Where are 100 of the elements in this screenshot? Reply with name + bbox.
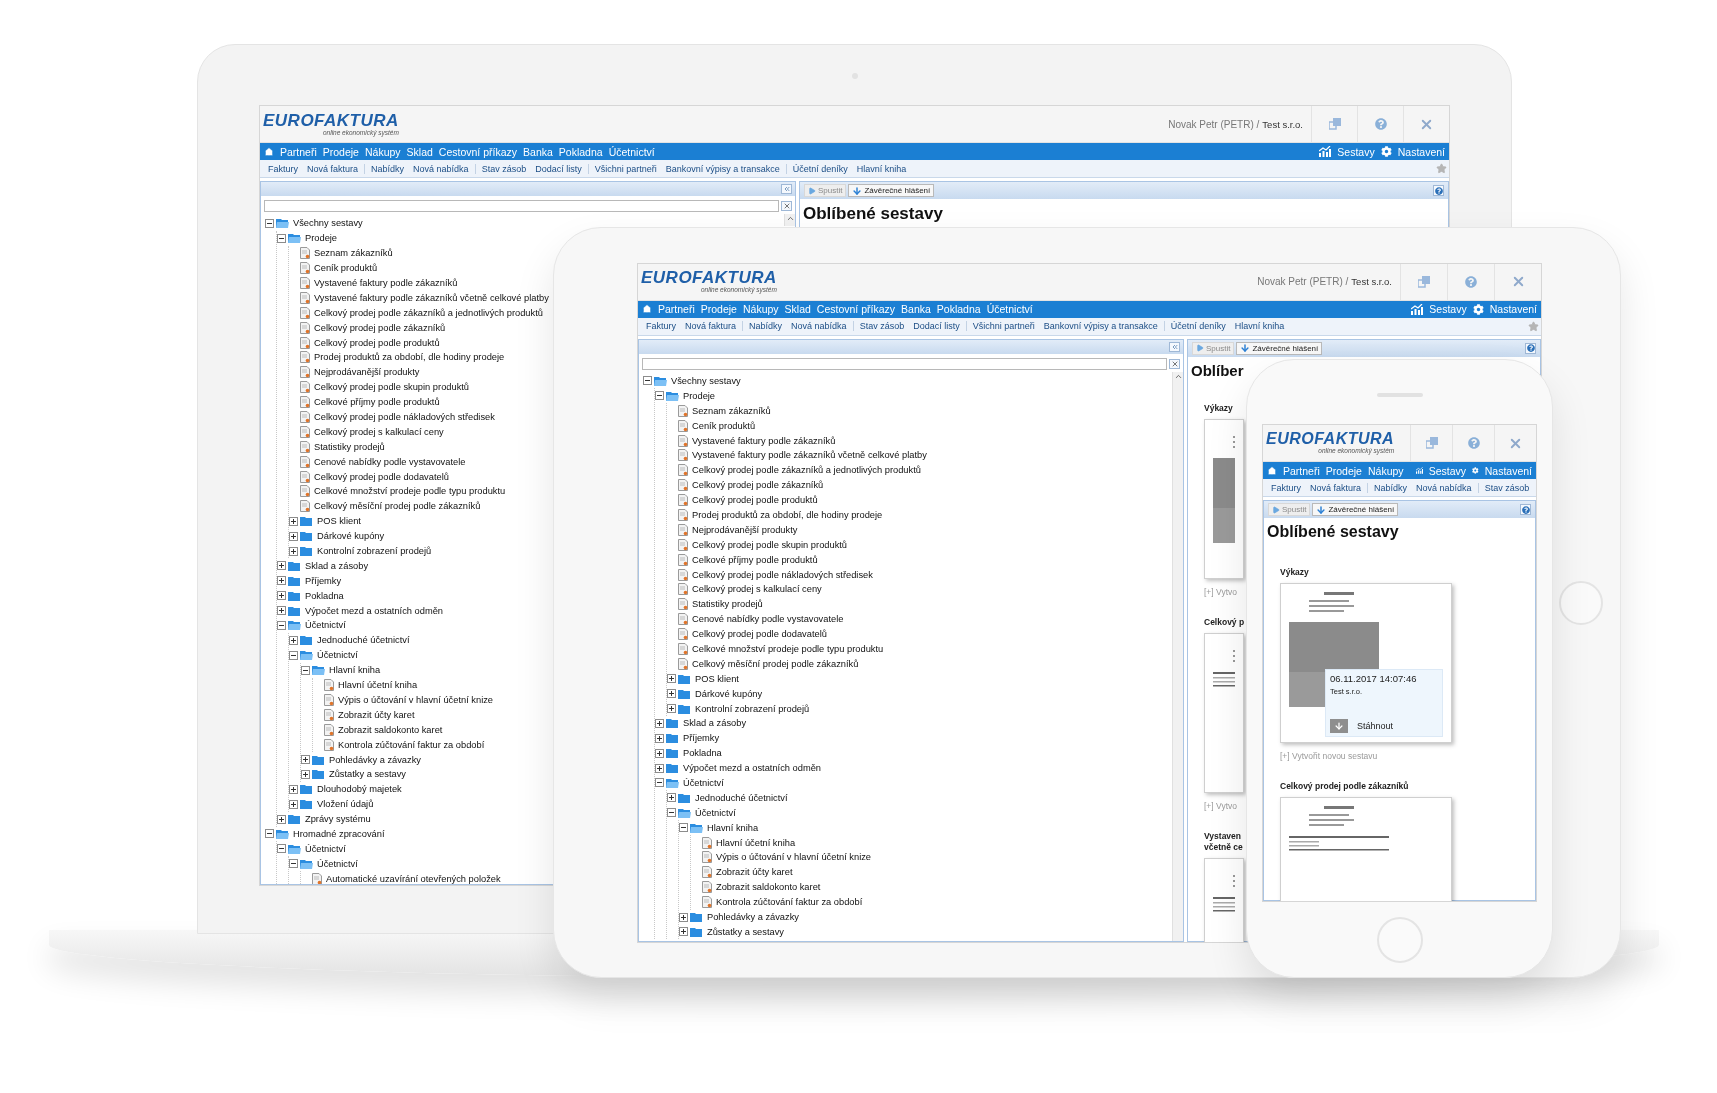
tree-item[interactable]: Statistiky prodejů: [692, 599, 763, 610]
expand-toggle[interactable]: [655, 733, 664, 743]
tree-item[interactable]: Všechny sestavy: [293, 218, 363, 229]
tree-item[interactable]: Celkový prodej podle zákazníků: [314, 322, 446, 333]
expand-toggle[interactable]: [277, 576, 286, 586]
tree-item[interactable]: POS klient: [695, 673, 739, 684]
expand-toggle[interactable]: [277, 591, 286, 601]
menu-item[interactable]: Nákupy: [742, 303, 779, 315]
search-field[interactable]: [264, 200, 779, 212]
menu-item[interactable]: Nákupy: [364, 145, 401, 158]
tree-item[interactable]: Ceník produktů: [314, 263, 378, 274]
tree-item[interactable]: Zobrazit saldokonto karet: [716, 882, 821, 893]
expand-toggle[interactable]: [655, 748, 664, 758]
tree-item[interactable]: Účetnictví: [317, 650, 358, 661]
expand-toggle[interactable]: [277, 844, 286, 854]
shortcut-link[interactable]: Bankovní výpisy a transakce: [1043, 321, 1158, 331]
shortcut-link[interactable]: Nová faktura: [307, 163, 359, 174]
clear-button[interactable]: [1169, 358, 1180, 369]
help-button[interactable]: [1525, 342, 1536, 354]
expand-toggle[interactable]: [679, 927, 688, 937]
tree-item[interactable]: Zůstatky a sestavy: [329, 769, 406, 780]
shortcut-link[interactable]: Stav zásob: [481, 163, 527, 174]
tree-item[interactable]: Celkový prodej podle produktů: [692, 495, 818, 506]
expand-toggle[interactable]: [655, 763, 664, 773]
shortcut-link[interactable]: Účetní deníky: [792, 163, 848, 174]
tree-item[interactable]: Účetnictví: [305, 620, 346, 631]
tree-item[interactable]: Výpočet mezd a ostatních odměn: [683, 763, 821, 774]
menu-item[interactable]: Banka: [523, 145, 553, 158]
tree-item[interactable]: Prodej produktů za období, dle hodiny prodeje: [692, 509, 883, 520]
expand-toggle[interactable]: [277, 621, 286, 630]
menu-item[interactable]: Pokladna: [558, 145, 603, 158]
menu-item[interactable]: Banka: [901, 303, 931, 315]
tree-item[interactable]: Hlavní účetní kniha: [338, 680, 418, 691]
expand-toggle[interactable]: [667, 808, 676, 818]
toolbar-button[interactable]: Závěrečné hlášení: [848, 184, 935, 197]
expand-toggle[interactable]: [667, 793, 676, 803]
tree-item[interactable]: Celkový prodej podle nákladových středisek: [692, 569, 873, 580]
tree-item[interactable]: Celkový prodej podle zákazníků: [692, 480, 824, 491]
expand-toggle[interactable]: [667, 704, 676, 714]
tree-item[interactable]: Prodej produktů za období, dle hodiny prodeje: [314, 352, 505, 363]
tree-item[interactable]: Vystavené faktury podle zákazníků včetně celkové platby: [314, 292, 549, 303]
star-icon[interactable]: [1528, 320, 1539, 332]
tree-item[interactable]: Celkový prodej podle produktů: [314, 337, 440, 348]
tree-item[interactable]: Účetnictví: [695, 807, 736, 818]
tree-item[interactable]: Pohledávky a závazky: [329, 754, 421, 765]
menu-item[interactable]: Sestavy: [1429, 303, 1467, 315]
shortcut-link[interactable]: Dodací listy: [535, 163, 582, 174]
expand-toggle[interactable]: [265, 829, 274, 839]
tree-item[interactable]: Jednoduché účetnictví: [695, 792, 788, 803]
menu-item[interactable]: Cestovní příkazy: [816, 303, 896, 315]
shortcut-link[interactable]: Nabídky: [1374, 482, 1408, 493]
menu-item[interactable]: Nastavení: [1397, 145, 1445, 158]
menu-item[interactable]: Sestavy: [1337, 145, 1375, 158]
shortcut-link[interactable]: Hlavní kniha: [856, 163, 907, 174]
scrollbar[interactable]: [1172, 371, 1183, 941]
tree-item[interactable]: Celkový prodej podle skupin produktů: [314, 382, 470, 393]
tree-item[interactable]: Jednoduché účetnictví: [317, 635, 410, 646]
expand-toggle[interactable]: [289, 516, 298, 526]
tree-item[interactable]: Kontrola zúčtování faktur za období: [338, 739, 485, 750]
shortcut-link[interactable]: Účetní deníky: [1170, 321, 1226, 331]
shortcut-link[interactable]: Všichni partneři: [972, 321, 1035, 331]
expand-toggle[interactable]: [277, 233, 286, 243]
tree-item[interactable]: Účetnictví: [317, 858, 358, 869]
shortcut-link[interactable]: Nová nabídka: [791, 321, 847, 331]
tree-item[interactable]: Celkový prodej podle zákazníků a jednotlivých produktů: [692, 465, 921, 476]
shortcut-link[interactable]: Faktury: [646, 321, 676, 331]
expand-toggle[interactable]: [679, 823, 688, 833]
menu-item[interactable]: Pokladna: [936, 303, 981, 315]
expand-toggle[interactable]: [289, 635, 298, 645]
menu-item[interactable]: Sestavy: [1428, 464, 1467, 477]
tree-item[interactable]: Celkový prodej s kalkulací ceny: [314, 426, 444, 437]
expand-toggle[interactable]: [277, 561, 286, 571]
tree-item[interactable]: Vystavené faktury podle zákazníků: [692, 435, 836, 446]
toolbar-button[interactable]: Závěrečné hlášení: [1236, 341, 1323, 355]
tree-item[interactable]: Zobrazit saldokonto karet: [338, 724, 443, 735]
expand-toggle[interactable]: [655, 718, 664, 728]
scrollbar[interactable]: [784, 214, 795, 226]
tree-item[interactable]: Hlavní kniha: [707, 822, 759, 833]
shortcut-link[interactable]: Nová faktura: [685, 321, 737, 331]
menu-item[interactable]: Nastavení: [1484, 464, 1532, 477]
tree-item[interactable]: Pokladna: [683, 748, 722, 759]
home-button[interactable]: [642, 304, 652, 314]
tree-item[interactable]: Celkové příjmy podle produktů: [314, 397, 440, 408]
menu-item[interactable]: Sklad: [406, 145, 433, 158]
tree-item[interactable]: Všechny sestavy: [671, 375, 741, 386]
menu-item[interactable]: Nákupy: [1367, 464, 1404, 477]
expand-toggle[interactable]: [289, 546, 298, 556]
tree-item[interactable]: Sklad a zásoby: [305, 560, 369, 571]
menu-item[interactable]: Partneři: [658, 303, 695, 315]
tree-item[interactable]: Kontrola zúčtování faktur za období: [716, 897, 863, 908]
tree-item[interactable]: Hlavní účetní kniha: [716, 837, 796, 848]
shortcut-link[interactable]: Nová faktura: [1310, 482, 1362, 493]
report-card[interactable]: [1204, 418, 1244, 579]
menu-item[interactable]: Nastavení: [1489, 303, 1537, 315]
tree-item[interactable]: Statistiky prodejů: [314, 441, 385, 452]
expand-toggle[interactable]: [289, 531, 298, 541]
tree-item[interactable]: Kontrolní zobrazení prodejů: [317, 546, 432, 557]
expand-toggle[interactable]: [301, 665, 310, 675]
expand-toggle[interactable]: [301, 755, 310, 764]
shortcut-link[interactable]: Stav zásob: [1484, 482, 1530, 493]
